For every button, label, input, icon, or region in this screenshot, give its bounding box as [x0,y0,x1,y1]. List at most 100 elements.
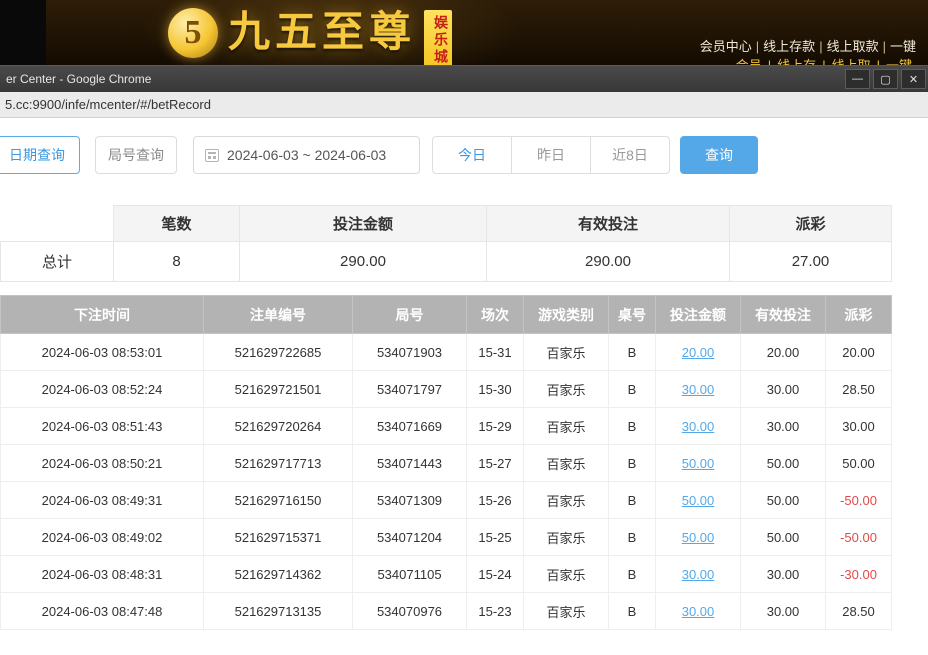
cell-session: 15-25 [467,519,524,556]
cell-session: 15-31 [467,334,524,371]
cell-bet-id: 521629713135 [204,593,353,630]
cell-time: 2024-06-03 08:51:43 [1,408,204,445]
summary-blank-cell [1,206,114,242]
table-row: 2024-06-03 08:53:01521629722685534071903… [1,334,892,371]
table-row: 2024-06-03 08:52:24521629721501534071797… [1,371,892,408]
column-header-bet-id: 注单编号 [204,296,353,334]
nav-link[interactable]: 一键 [890,39,916,54]
window-controls: — ▢ ✕ [845,69,926,89]
banner-nav: 会员中心|线上存款|线上取款|一键 [696,36,920,55]
cell-game-type: 百家乐 [524,408,609,445]
cell-session: 15-27 [467,445,524,482]
coin-5-icon: 5 [168,8,218,58]
summary-column-header: 笔数 [114,206,240,242]
close-button[interactable]: ✕ [901,69,926,89]
nav-separator: | [883,39,886,54]
cell-bet-amount[interactable]: 30.00 [656,371,741,408]
summary-table: 笔数投注金额有效投注派彩 总计8290.00290.0027.00 [0,205,892,282]
cell-bet-amount[interactable]: 50.00 [656,519,741,556]
cell-table-no: B [609,445,656,482]
cell-table-no: B [609,519,656,556]
cell-round: 534071204 [353,519,467,556]
table-row: 2024-06-03 08:49:31521629716150534071309… [1,482,892,519]
cell-payout: -50.00 [826,519,892,556]
cell-time: 2024-06-03 08:49:31 [1,482,204,519]
cell-bet-amount[interactable]: 30.00 [656,556,741,593]
column-header-payout: 派彩 [826,296,892,334]
cell-game-type: 百家乐 [524,519,609,556]
site-logo-text: 九五至尊 [228,4,416,62]
cell-round: 534071105 [353,556,467,593]
cell-bet-amount[interactable]: 30.00 [656,593,741,630]
summary-value: 27.00 [730,242,892,282]
cell-table-no: B [609,482,656,519]
last8days-button[interactable]: 近8日 [590,136,670,174]
summary-header-row: 笔数投注金额有效投注派彩 [1,206,892,242]
cell-bet-id: 521629714362 [204,556,353,593]
cell-time: 2024-06-03 08:47:48 [1,593,204,630]
table-row: 2024-06-03 08:50:21521629717713534071443… [1,445,892,482]
cell-bet-amount[interactable]: 30.00 [656,408,741,445]
cell-round: 534071309 [353,482,467,519]
cell-payout: 30.00 [826,408,892,445]
yesterday-button[interactable]: 昨日 [511,136,591,174]
cell-valid-bet: 30.00 [741,556,826,593]
cell-game-type: 百家乐 [524,482,609,519]
date-range-input[interactable]: 2024-06-03 ~ 2024-06-03 [193,136,420,174]
minimize-button[interactable]: — [845,69,870,89]
nav-separator: | [877,58,880,65]
cell-valid-bet: 50.00 [741,482,826,519]
site-logo: 5 九五至尊 娱乐城 [168,4,452,65]
nav-link[interactable]: 线上取款 [827,39,879,54]
cell-valid-bet: 30.00 [741,408,826,445]
cell-bet-id: 521629720264 [204,408,353,445]
date-query-tab[interactable]: 日期查询 [0,136,80,174]
summary-column-header: 有效投注 [487,206,730,242]
cell-game-type: 百家乐 [524,334,609,371]
cell-time: 2024-06-03 08:53:01 [1,334,204,371]
cell-payout: 28.50 [826,593,892,630]
browser-titlebar[interactable]: er Center - Google Chrome — ▢ ✕ [0,65,928,92]
cell-time: 2024-06-03 08:49:02 [1,519,204,556]
maximize-button[interactable]: ▢ [873,69,898,89]
nav-link[interactable]: 线上存 [777,58,816,65]
nav-link[interactable]: 会员 [736,58,762,65]
cell-session: 15-24 [467,556,524,593]
summary-value: 8 [114,242,240,282]
cell-valid-bet: 30.00 [741,371,826,408]
browser-urlbar[interactable]: 5.cc:9900/infe/mcenter/#/betRecord [0,92,928,118]
cell-round: 534070976 [353,593,467,630]
column-header-round: 局号 [353,296,467,334]
cell-valid-bet: 20.00 [741,334,826,371]
cell-payout: 50.00 [826,445,892,482]
search-button[interactable]: 查询 [680,136,758,174]
url-text[interactable]: 5.cc:9900/infe/mcenter/#/betRecord [5,97,211,112]
bet-records-table: 下注时间注单编号局号场次游戏类别桌号投注金额有效投注派彩 2024-06-03 … [0,295,892,630]
summary-column-header: 派彩 [730,206,892,242]
cell-time: 2024-06-03 08:52:24 [1,371,204,408]
site-banner: 5 九五至尊 娱乐城 会员中心|线上存款|线上取款|一键 会员|线上存|线上取|… [0,0,928,65]
nav-separator: | [768,58,771,65]
cell-session: 15-26 [467,482,524,519]
table-row: 2024-06-03 08:47:48521629713135534070976… [1,593,892,630]
cell-bet-amount[interactable]: 50.00 [656,482,741,519]
cell-time: 2024-06-03 08:50:21 [1,445,204,482]
nav-separator: | [756,39,759,54]
nav-link[interactable]: 线上存款 [763,39,815,54]
summary-value: 290.00 [240,242,487,282]
cell-round: 534071669 [353,408,467,445]
nav-link[interactable]: 会员中心 [700,39,752,54]
column-header-bet-amount: 投注金额 [656,296,741,334]
cell-bet-amount[interactable]: 20.00 [656,334,741,371]
cell-bet-amount[interactable]: 50.00 [656,445,741,482]
round-query-tab[interactable]: 局号查询 [95,136,177,174]
cell-table-no: B [609,408,656,445]
cell-game-type: 百家乐 [524,593,609,630]
nav-link[interactable]: 线上取 [832,58,871,65]
filter-bar: 日期查询 局号查询 2024-06-03 ~ 2024-06-03 今日 昨日 … [0,136,928,176]
banner-nav-gold: 会员|线上存|线上取|一键 [730,55,918,65]
nav-link[interactable]: 一键 [886,58,912,65]
cell-session: 15-29 [467,408,524,445]
today-button[interactable]: 今日 [432,136,512,174]
cell-table-no: B [609,371,656,408]
